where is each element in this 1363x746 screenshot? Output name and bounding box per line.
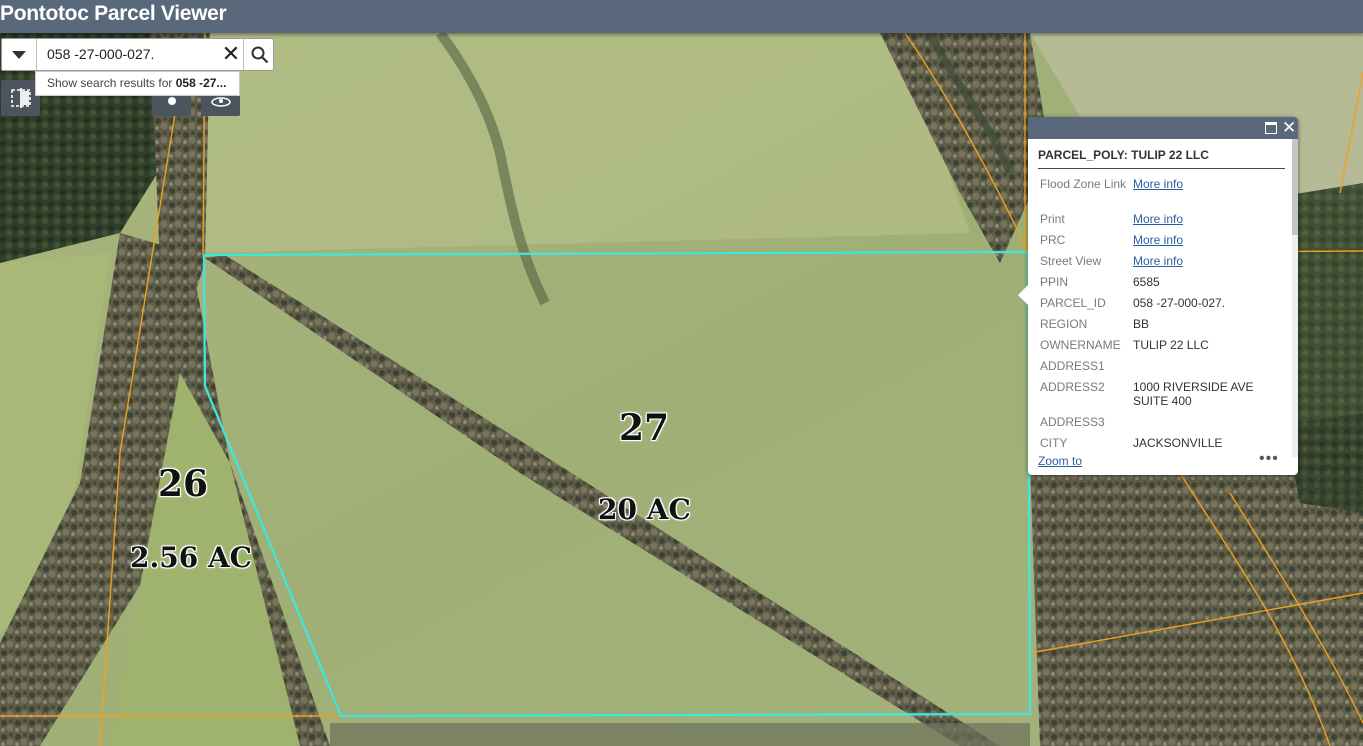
parcel-area-label: 2.56 AC — [130, 541, 252, 574]
maximize-icon[interactable] — [1265, 122, 1277, 134]
suggestion-prefix: Show search results for — [47, 76, 173, 90]
attribute-key: CITY — [1040, 436, 1068, 450]
more-info-link[interactable]: More info — [1133, 233, 1183, 247]
attribute-key: ADDRESS1 — [1040, 359, 1105, 373]
more-info-link[interactable]: More info — [1133, 254, 1183, 268]
more-info-link[interactable]: More info — [1133, 177, 1183, 191]
suggestion-term: 058 -27... — [175, 76, 227, 90]
search-input[interactable] — [39, 42, 227, 66]
search-icon — [251, 46, 268, 63]
attribute-value: TULIP 22 LLC — [1133, 338, 1209, 352]
attribute-key: ADDRESS2 — [1040, 380, 1105, 394]
attribute-value: 6585 — [1133, 275, 1160, 289]
search-source-dropdown[interactable] — [2, 39, 37, 70]
more-actions-icon[interactable]: ••• — [1259, 450, 1279, 468]
parcel-area-label: 20 AC — [598, 493, 691, 526]
popup-header: ✕ — [1028, 117, 1298, 139]
popup-footer: Zoom to ••• — [1038, 450, 1288, 472]
popup-scrollbar[interactable] — [1292, 139, 1298, 457]
split-view-icon — [10, 88, 31, 108]
attribute-key: PPIN — [1040, 275, 1069, 289]
attribute-value: BB — [1133, 317, 1150, 331]
attribute-key: PRC — [1040, 233, 1066, 247]
attribute-key: ADDRESS3 — [1040, 415, 1105, 429]
popup-title: PARCEL_POLY: TULIP 22 LLC — [1038, 148, 1285, 169]
scrollbar-thumb[interactable] — [1292, 139, 1298, 235]
attribute-key: Flood Zone Link — [1040, 177, 1127, 191]
attribute-key: REGION — [1040, 317, 1088, 331]
attribute-key: Print — [1040, 212, 1065, 226]
search-suggestion[interactable]: Show search results for 058 -27... — [35, 71, 240, 96]
parcel-number-label: 27 — [619, 407, 670, 449]
attribute-value: 058 -27-000-027. — [1133, 296, 1226, 310]
close-icon[interactable]: ✕ — [219, 43, 243, 67]
search-button[interactable] — [243, 39, 275, 70]
zoom-to-link[interactable]: Zoom to — [1038, 454, 1082, 468]
feature-popup: ✕ PARCEL_POLY: TULIP 22 LLC Flood Zone L… — [1028, 117, 1298, 475]
app-title: Pontotoc Parcel Viewer — [0, 2, 227, 25]
parcel-number-label: 26 — [158, 463, 209, 505]
search-widget: ✕ — [1, 38, 274, 71]
attribute-value: 1000 RIVERSIDE AVE SUITE 400 — [1133, 380, 1254, 408]
attribute-value: JACKSONVILLE — [1133, 436, 1223, 450]
close-icon[interactable]: ✕ — [1282, 117, 1296, 139]
attribute-key: OWNERNAME — [1040, 338, 1121, 352]
app-header: Pontotoc Parcel Viewer — [0, 0, 1363, 33]
chevron-down-icon — [12, 50, 26, 59]
more-info-link[interactable]: More info — [1133, 212, 1183, 226]
popup-pointer — [1018, 285, 1028, 305]
attribute-key: Street View — [1040, 254, 1102, 268]
attribute-key: PARCEL_ID — [1040, 296, 1106, 310]
